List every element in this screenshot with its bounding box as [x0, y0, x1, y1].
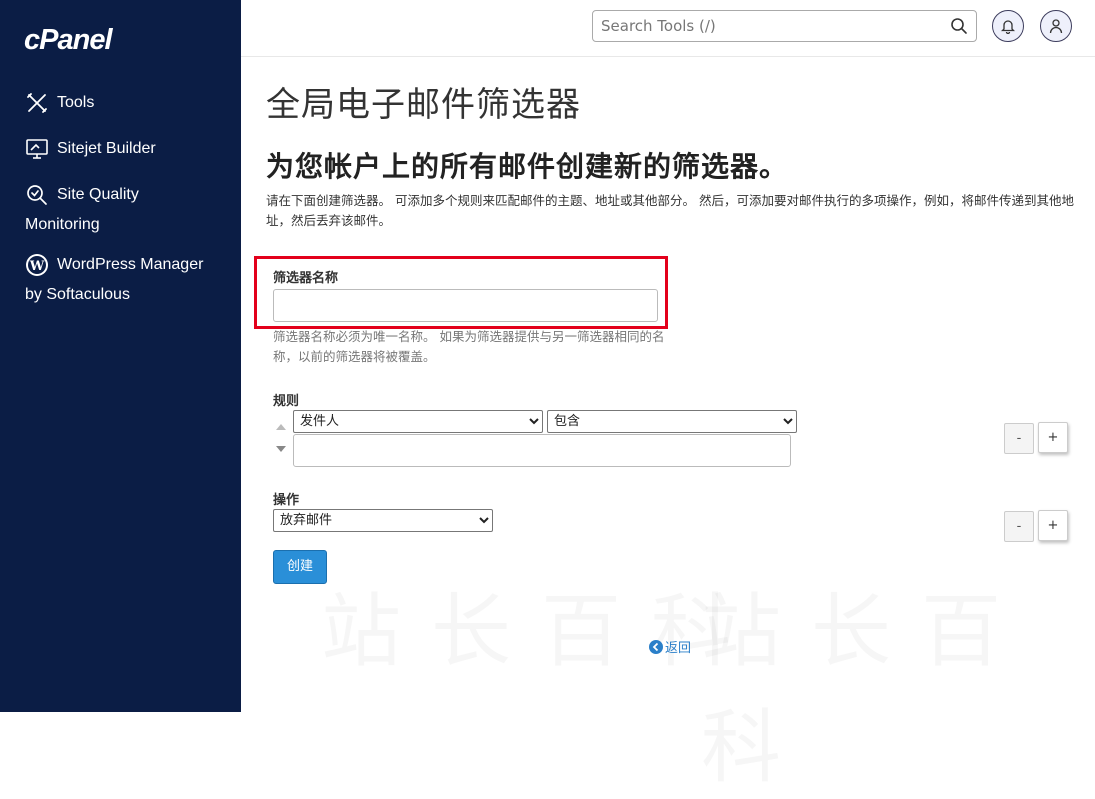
notifications-button[interactable]: [992, 10, 1024, 42]
filter-name-input[interactable]: [273, 289, 658, 322]
rule-value-input[interactable]: [293, 434, 791, 467]
back-link[interactable]: 返回: [649, 637, 691, 656]
rules-label: 规则: [273, 394, 300, 409]
user-menu-button[interactable]: [1040, 10, 1072, 42]
page-title: 全局电子邮件筛选器: [266, 85, 581, 125]
watermark: 站长百科: [701, 567, 1095, 799]
arrow-left-circle-icon: [649, 640, 663, 654]
move-rule-up-icon[interactable]: [276, 424, 286, 430]
search-check-icon: [25, 183, 49, 207]
sidebar-item-label: Tools: [57, 94, 95, 111]
sidebar-item-site-quality-monitoring[interactable]: Site Quality Monitoring: [25, 180, 139, 240]
main-content: 站长百科 站长百科 全局电子邮件筛选器 为您帐户上的所有邮件创建新的筛选器。 请…: [241, 57, 1095, 712]
wordpress-icon: W: [25, 253, 49, 277]
top-header: [241, 0, 1095, 57]
search-box: [592, 10, 977, 42]
add-action-button[interactable]: +: [1038, 510, 1068, 541]
sidebar-item-tools[interactable]: Tools: [25, 88, 94, 118]
user-icon: [1049, 19, 1063, 34]
rule-field-select[interactable]: 发件人: [293, 410, 543, 433]
page-subtitle: 为您帐户上的所有邮件创建新的筛选器。: [266, 150, 789, 183]
sidebar-item-label: Sitejet Builder: [57, 140, 156, 157]
remove-action-button[interactable]: -: [1004, 511, 1034, 542]
search-input[interactable]: [593, 11, 943, 41]
action-select[interactable]: 放弃邮件: [273, 509, 493, 532]
sidebar-item-label: Site Quality: [57, 186, 139, 203]
watermark: 站长百科: [321, 567, 761, 683]
create-button[interactable]: 创建: [273, 550, 327, 584]
cpanel-logo[interactable]: cPanel: [24, 24, 112, 57]
sidebar-item-wordpress-manager[interactable]: W WordPress Manager by Softaculous: [25, 250, 203, 310]
actions-label: 操作: [273, 493, 300, 508]
remove-rule-button[interactable]: -: [1004, 423, 1034, 454]
svg-text:W: W: [29, 259, 45, 274]
filter-name-help: 筛选器名称必须为唯一名称。 如果为筛选器提供与另一筛选器相同的名称，以前的筛选器…: [273, 329, 665, 364]
bell-icon: [1001, 20, 1015, 34]
tools-icon: [25, 91, 49, 115]
sidebar: cPanel Tools Sitejet Builder Site Qualit…: [0, 0, 241, 712]
sidebar-item-label: WordPress Manager: [57, 256, 204, 273]
sidebar-item-sitejet-builder[interactable]: Sitejet Builder: [25, 134, 156, 164]
sidebar-item-label-line2: Monitoring: [25, 216, 100, 234]
page-description: 请在下面创建筛选器。 可添加多个规则来匹配邮件的主题、地址或其他部分。 然后，可…: [266, 193, 1074, 228]
search-icon[interactable]: [950, 17, 968, 35]
sidebar-item-label-line2: by Softaculous: [25, 286, 130, 304]
monitor-icon: [25, 137, 49, 161]
back-link-label: 返回: [665, 641, 692, 656]
move-rule-down-icon[interactable]: [276, 446, 286, 452]
add-rule-button[interactable]: +: [1038, 422, 1068, 453]
rule-operator-select[interactable]: 包含: [547, 410, 797, 433]
filter-name-label: 筛选器名称: [273, 271, 339, 286]
